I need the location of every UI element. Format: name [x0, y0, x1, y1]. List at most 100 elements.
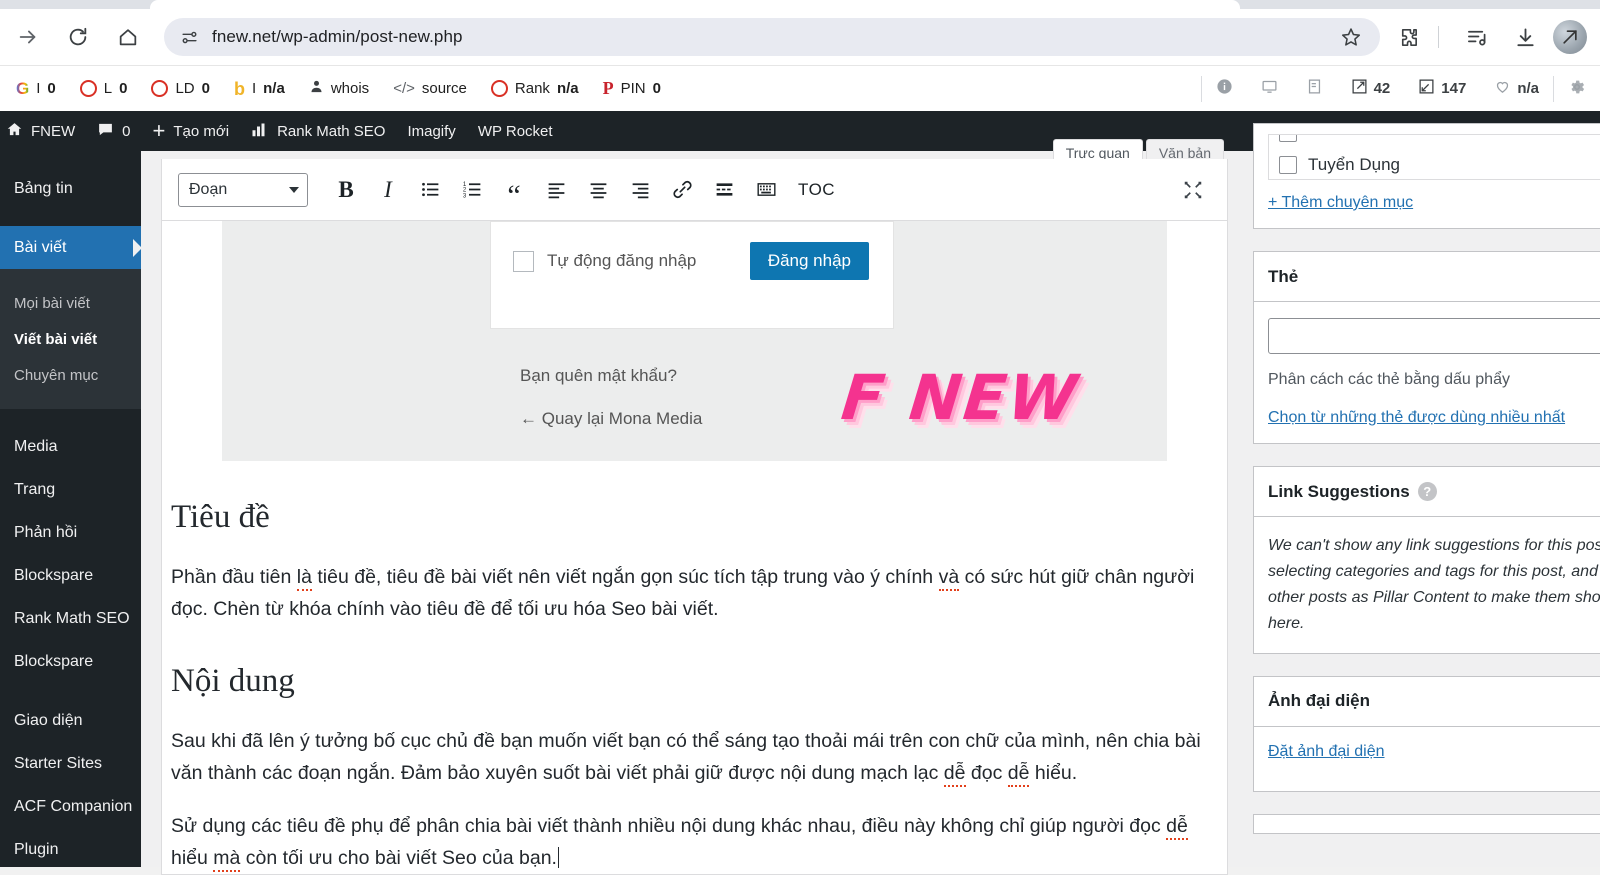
- adminbar-wprocket[interactable]: WP Rocket: [467, 111, 564, 151]
- category-row-partial[interactable]: [1279, 134, 1600, 149]
- sidebar-item-comments[interactable]: Phản hồi: [0, 511, 141, 554]
- help-icon[interactable]: ?: [1418, 482, 1437, 501]
- spellcheck-word: và: [939, 566, 960, 591]
- sidebar-subitem-add-post[interactable]: Viết bài viết: [0, 321, 141, 357]
- spellcheck-word: dễ: [944, 762, 966, 787]
- seo-item-links[interactable]: L 0: [68, 66, 140, 111]
- seo-item-bing[interactable]: b I n/a: [222, 66, 297, 111]
- sidebar-item-posts[interactable]: Bài viết: [0, 226, 141, 269]
- popular-tags-row: Chọn từ những thẻ được dùng nhiều nhất: [1268, 409, 1600, 427]
- fullscreen-icon[interactable]: [1175, 172, 1211, 208]
- featured-image-body: Đặt ảnh đại diện: [1254, 727, 1600, 791]
- seo-item-google[interactable]: G I 0: [4, 66, 68, 111]
- category-checkbox[interactable]: [1279, 156, 1297, 174]
- tag-hint-text: Phân cách các thẻ bằng dấu phẩy: [1268, 371, 1600, 389]
- adminbar-new-content[interactable]: + Tạo mới: [142, 111, 241, 151]
- adminbar-comments[interactable]: 0: [86, 111, 141, 151]
- seo-item-linkingdomains[interactable]: LD 0: [139, 66, 222, 111]
- sidebar-item-acf-companion[interactable]: ACF Companion: [0, 785, 141, 828]
- sidebar-item-blockspare[interactable]: Blockspare: [0, 554, 141, 597]
- adminbar-new-label: Tạo mới: [173, 123, 229, 140]
- para1-part-a: Phần đầu tiên: [171, 566, 297, 588]
- seo-item-whois[interactable]: whois: [297, 66, 381, 111]
- seo-right-info[interactable]: [1202, 78, 1247, 99]
- home-icon[interactable]: [106, 15, 150, 59]
- read-more-icon[interactable]: [706, 172, 742, 208]
- internal-link-icon: [1418, 78, 1435, 99]
- category-row-tuyen-dung[interactable]: Tuyển Dụng: [1279, 149, 1600, 180]
- sidebar-item-label: Phản hồi: [14, 524, 77, 542]
- adminbar-imagify[interactable]: Imagify: [396, 111, 466, 151]
- link-suggestions-message: We can't show any link suggestions for t…: [1268, 533, 1600, 637]
- extensions-puzzle-icon[interactable]: [1388, 17, 1428, 57]
- sidebar-item-appearance[interactable]: Giao diện: [0, 699, 141, 742]
- editor-toolbar: Đoạn B I 123 “: [162, 159, 1227, 221]
- seo-item-pinterest[interactable]: P PIN 0: [591, 66, 673, 111]
- align-center-button[interactable]: [580, 172, 616, 208]
- auto-login-checkbox[interactable]: [513, 251, 534, 272]
- set-featured-image-link[interactable]: Đặt ảnh đại diện: [1268, 743, 1385, 761]
- numbered-list-button[interactable]: 123: [454, 172, 490, 208]
- category-checklist[interactable]: Tuyển Dụng: [1268, 134, 1600, 180]
- sidebar-item-pages[interactable]: Trang: [0, 468, 141, 511]
- category-checkbox[interactable]: [1279, 134, 1297, 142]
- address-bar[interactable]: fnew.net/wp-admin/post-new.php: [164, 18, 1380, 56]
- toc-button[interactable]: TOC: [790, 172, 843, 208]
- seo-item-rank[interactable]: Rank n/a: [479, 66, 591, 111]
- google-logo-icon: G: [16, 79, 29, 99]
- active-browser-tab[interactable]: [150, 0, 1240, 9]
- tag-input[interactable]: [1268, 318, 1600, 354]
- reading-list-icon[interactable]: [1457, 17, 1497, 57]
- seo-right-health[interactable]: n/a: [1480, 78, 1553, 99]
- align-left-button[interactable]: [538, 172, 574, 208]
- seo-right-document[interactable]: [1292, 78, 1337, 99]
- toolbar-toggle-icon[interactable]: [748, 172, 784, 208]
- adminbar-rankmath-label: Rank Math SEO: [277, 123, 385, 140]
- insert-link-icon[interactable]: [664, 172, 700, 208]
- comment-bubble-icon: [97, 121, 114, 142]
- star-icon[interactable]: [1336, 22, 1366, 52]
- seo-right-internal-links[interactable]: 147: [1404, 78, 1480, 99]
- seo-right-settings[interactable]: [1554, 78, 1600, 100]
- sidebar-item-label: Blockspare: [14, 567, 93, 585]
- seo-right-screen[interactable]: [1247, 78, 1292, 99]
- profile-avatar-icon[interactable]: [1553, 20, 1587, 54]
- sidebar-item-rank-math-seo[interactable]: Rank Math SEO: [0, 597, 141, 640]
- adminbar-rankmath[interactable]: Rank Math SEO: [240, 111, 396, 151]
- browser-tab-strip[interactable]: [0, 0, 1600, 9]
- italic-button[interactable]: I: [370, 172, 406, 208]
- site-settings-icon[interactable]: [176, 24, 202, 50]
- seo-right-external-links[interactable]: 42: [1337, 78, 1405, 99]
- forward-arrow-icon[interactable]: [6, 15, 50, 59]
- add-category-link[interactable]: + Thêm chuyên mục: [1268, 194, 1413, 212]
- editor-content-body[interactable]: Tự động đăng nhập Đăng nhập Bạn quên mật…: [162, 221, 1227, 874]
- text-cursor: [558, 847, 559, 868]
- format-select[interactable]: Đoạn: [178, 173, 308, 207]
- choose-popular-tags-link[interactable]: Chọn từ những thẻ được dùng nhiều nhất: [1268, 409, 1565, 427]
- sidebar-item-plugins[interactable]: Plugin: [0, 828, 141, 867]
- post-text-content[interactable]: Tiêu đề Phần đầu tiên là tiêu đề, tiêu đ…: [162, 499, 1227, 874]
- sidebar-subitem-categories[interactable]: Chuyên mục: [0, 357, 141, 393]
- login-button[interactable]: Đăng nhập: [750, 242, 869, 280]
- sidebar-item-label: Media: [14, 438, 58, 456]
- blockquote-button[interactable]: “: [496, 172, 532, 208]
- post-settings-sidebar: Tuyển Dụng + Thêm chuyên mục Thẻ: [1253, 151, 1600, 856]
- download-icon[interactable]: [1505, 17, 1545, 57]
- sidebar-subitem-all-posts[interactable]: Mọi bài viết: [0, 285, 141, 321]
- sidebar-item-starter-sites[interactable]: Starter Sites: [0, 742, 141, 785]
- post-paragraph-1: Phần đầu tiên là tiêu đề, tiêu đề bài vi…: [171, 562, 1218, 625]
- adminbar-comments-count: 0: [122, 123, 130, 140]
- seo-item-label: L: [104, 80, 112, 97]
- sidebar-item-media[interactable]: Media: [0, 425, 141, 468]
- reload-icon[interactable]: [56, 15, 100, 59]
- sidebar-item-dashboard[interactable]: Bảng tin: [0, 167, 141, 210]
- category-label: Tuyển Dụng: [1308, 155, 1400, 175]
- seo-item-source[interactable]: </> source: [381, 66, 479, 111]
- bulleted-list-button[interactable]: [412, 172, 448, 208]
- bold-button[interactable]: B: [328, 172, 364, 208]
- adminbar-site-name[interactable]: FNEW: [0, 111, 86, 151]
- align-right-button[interactable]: [622, 172, 658, 208]
- categories-panel-body: Tuyển Dụng + Thêm chuyên mục: [1254, 124, 1600, 228]
- sidebar-item-blockspare-2[interactable]: Blockspare: [0, 640, 141, 683]
- seo-item-label: LD: [175, 80, 194, 97]
